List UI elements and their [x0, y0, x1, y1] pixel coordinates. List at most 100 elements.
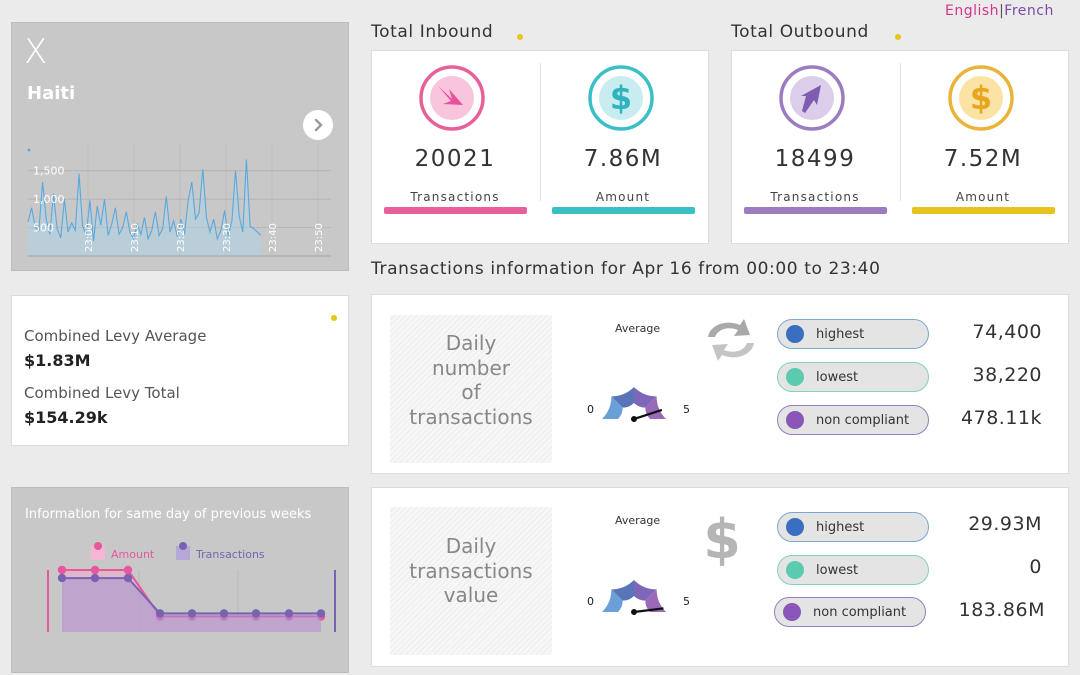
- transactions-point: [251, 609, 261, 618]
- x-tick-label: 23:20: [176, 223, 187, 252]
- noncompliant-pill: non compliant: [774, 597, 926, 627]
- gauge-min-label: 0: [587, 595, 594, 608]
- y-tick-label: 1,500: [33, 165, 65, 178]
- highest-dot-icon: [786, 518, 804, 536]
- y-tick-label: 1,000: [33, 193, 65, 206]
- outbound-amount-value: 7.52M: [943, 146, 1023, 172]
- daily-count-panel: Daily number of transactions Average 0 5 hi…: [371, 294, 1069, 474]
- noncompliant-value: 478.11k: [961, 407, 1042, 429]
- country-map-card: X Haiti 1,500 1,000 500 23:00 23:10 23:20 23:3…: [11, 22, 349, 271]
- inbound-transactions-value: 20021: [414, 146, 496, 172]
- transactions-area: [62, 578, 321, 632]
- dollar-icon: $: [948, 65, 1014, 131]
- amount-point: [57, 565, 67, 575]
- x-tick-label: 23:00: [84, 223, 95, 252]
- language-english-link[interactable]: English: [945, 3, 999, 19]
- levy-average-label: Combined Levy Average: [24, 327, 207, 345]
- inbound-transactions-bar: [384, 207, 527, 214]
- legend-transactions-dot: [179, 542, 187, 550]
- chevron-right-icon[interactable]: [303, 110, 333, 140]
- previous-weeks-chart: Amount Transactions: [47, 542, 336, 632]
- transactions-point: [155, 609, 165, 618]
- country-mark-icon: X: [24, 32, 48, 72]
- lowest-dot-icon: [786, 368, 804, 386]
- highest-value: 29.93M: [968, 513, 1042, 535]
- highest-dot-icon: [786, 325, 804, 343]
- svg-text:$: $: [970, 79, 992, 117]
- gauge-max-label: 5: [683, 403, 690, 416]
- previous-weeks-title: Information for same day of previous wee…: [25, 507, 312, 522]
- dollar-sign-icon: $: [703, 508, 741, 566]
- outbound-transactions-label: Transactions: [770, 190, 860, 204]
- noncompliant-pill: non compliant: [777, 405, 929, 435]
- transactions-point: [219, 609, 229, 618]
- legend-amount-dot: [94, 542, 102, 550]
- daily-value-gauge: [602, 580, 666, 615]
- gauge-max-label: 5: [683, 595, 690, 608]
- transactions-point: [187, 609, 197, 618]
- transactions-info-title: Transactions information for Apr 16 from…: [371, 259, 881, 279]
- point-marker: [27, 148, 31, 152]
- country-name: Haiti: [27, 83, 76, 104]
- x-tick-label: 23:50: [314, 223, 325, 252]
- levy-total-value: $154.29k: [24, 408, 108, 427]
- levy-total-label: Combined Levy Total: [24, 384, 180, 402]
- highest-pill: highest: [777, 319, 929, 349]
- daily-count-label: Daily number of transactions: [409, 331, 533, 429]
- exchange-arrows-icon: [708, 319, 754, 361]
- highest-pill: highest: [777, 512, 929, 542]
- arrow-down-right-icon: [419, 65, 485, 131]
- lowest-pill: lowest: [777, 362, 929, 392]
- daily-value-panel: Daily transactions value Average 0 5 $ hig…: [371, 487, 1069, 667]
- legend-amount-label: Amount: [111, 548, 155, 561]
- x-tick-label: 23:40: [268, 223, 279, 252]
- x-tick-label: 23:10: [130, 223, 141, 252]
- lowest-value: 0: [1029, 556, 1042, 578]
- inbound-title: Total Inbound: [371, 22, 494, 42]
- levy-average-value: $1.83M: [24, 351, 91, 370]
- amount-point: [123, 565, 133, 575]
- daily-value-average-label: Average: [615, 514, 661, 527]
- gauge-hub: [631, 609, 637, 615]
- svg-text:$: $: [703, 508, 741, 566]
- transactions-point: [284, 609, 294, 618]
- transactions-point: [316, 609, 326, 618]
- amount-point: [90, 565, 100, 575]
- lowest-dot-icon: [786, 561, 804, 579]
- legend-transactions-label: Transactions: [195, 548, 265, 561]
- levy-summary-card: Combined Levy Average $1.83M Combined Le…: [11, 295, 349, 446]
- dollar-icon: $: [588, 65, 654, 131]
- outbound-card: $ 18499 Transactions 7.52M Amount: [731, 50, 1069, 244]
- noncompliant-dot-icon: [786, 411, 804, 429]
- transactions-point: [90, 573, 100, 583]
- outbound-amount-label: Amount: [955, 190, 1011, 204]
- daily-count-gauge: [602, 387, 666, 422]
- language-french-link[interactable]: French: [1004, 3, 1054, 19]
- inbound-amount-bar: [552, 207, 695, 214]
- previous-weeks-card: Information for same day of previous wee…: [11, 487, 349, 673]
- noncompliant-value: 183.86M: [958, 599, 1045, 621]
- inbound-info-dot-icon: [517, 34, 523, 40]
- arrow-up-right-icon: [779, 65, 845, 131]
- divider: [900, 63, 901, 201]
- info-dot-icon: [331, 315, 337, 321]
- lowest-value: 38,220: [972, 364, 1042, 386]
- lowest-pill: lowest: [777, 555, 929, 585]
- x-tick-label: 23:30: [222, 223, 233, 252]
- inbound-transactions-label: Transactions: [410, 190, 500, 204]
- highest-value: 74,400: [972, 321, 1042, 343]
- daily-count-average-label: Average: [615, 322, 661, 335]
- gauge-min-label: 0: [587, 403, 594, 416]
- outbound-transactions-value: 18499: [774, 146, 856, 172]
- y-tick-label: 500: [33, 222, 54, 235]
- divider: [540, 63, 541, 201]
- inbound-card: $ 20021 Transactions 7.86M Amount: [371, 50, 709, 244]
- minute-activity-chart: 1,500 1,000 500 23:00 23:10 23:20 23:30 23:40 23…: [27, 143, 331, 257]
- gauge-hub: [631, 416, 637, 422]
- outbound-transactions-bar: [744, 207, 887, 214]
- daily-value-label: Daily transactions value: [409, 534, 533, 607]
- language-switch: English|French: [945, 3, 1054, 19]
- transactions-point: [123, 573, 133, 583]
- noncompliant-dot-icon: [783, 603, 801, 621]
- svg-text:$: $: [610, 79, 632, 117]
